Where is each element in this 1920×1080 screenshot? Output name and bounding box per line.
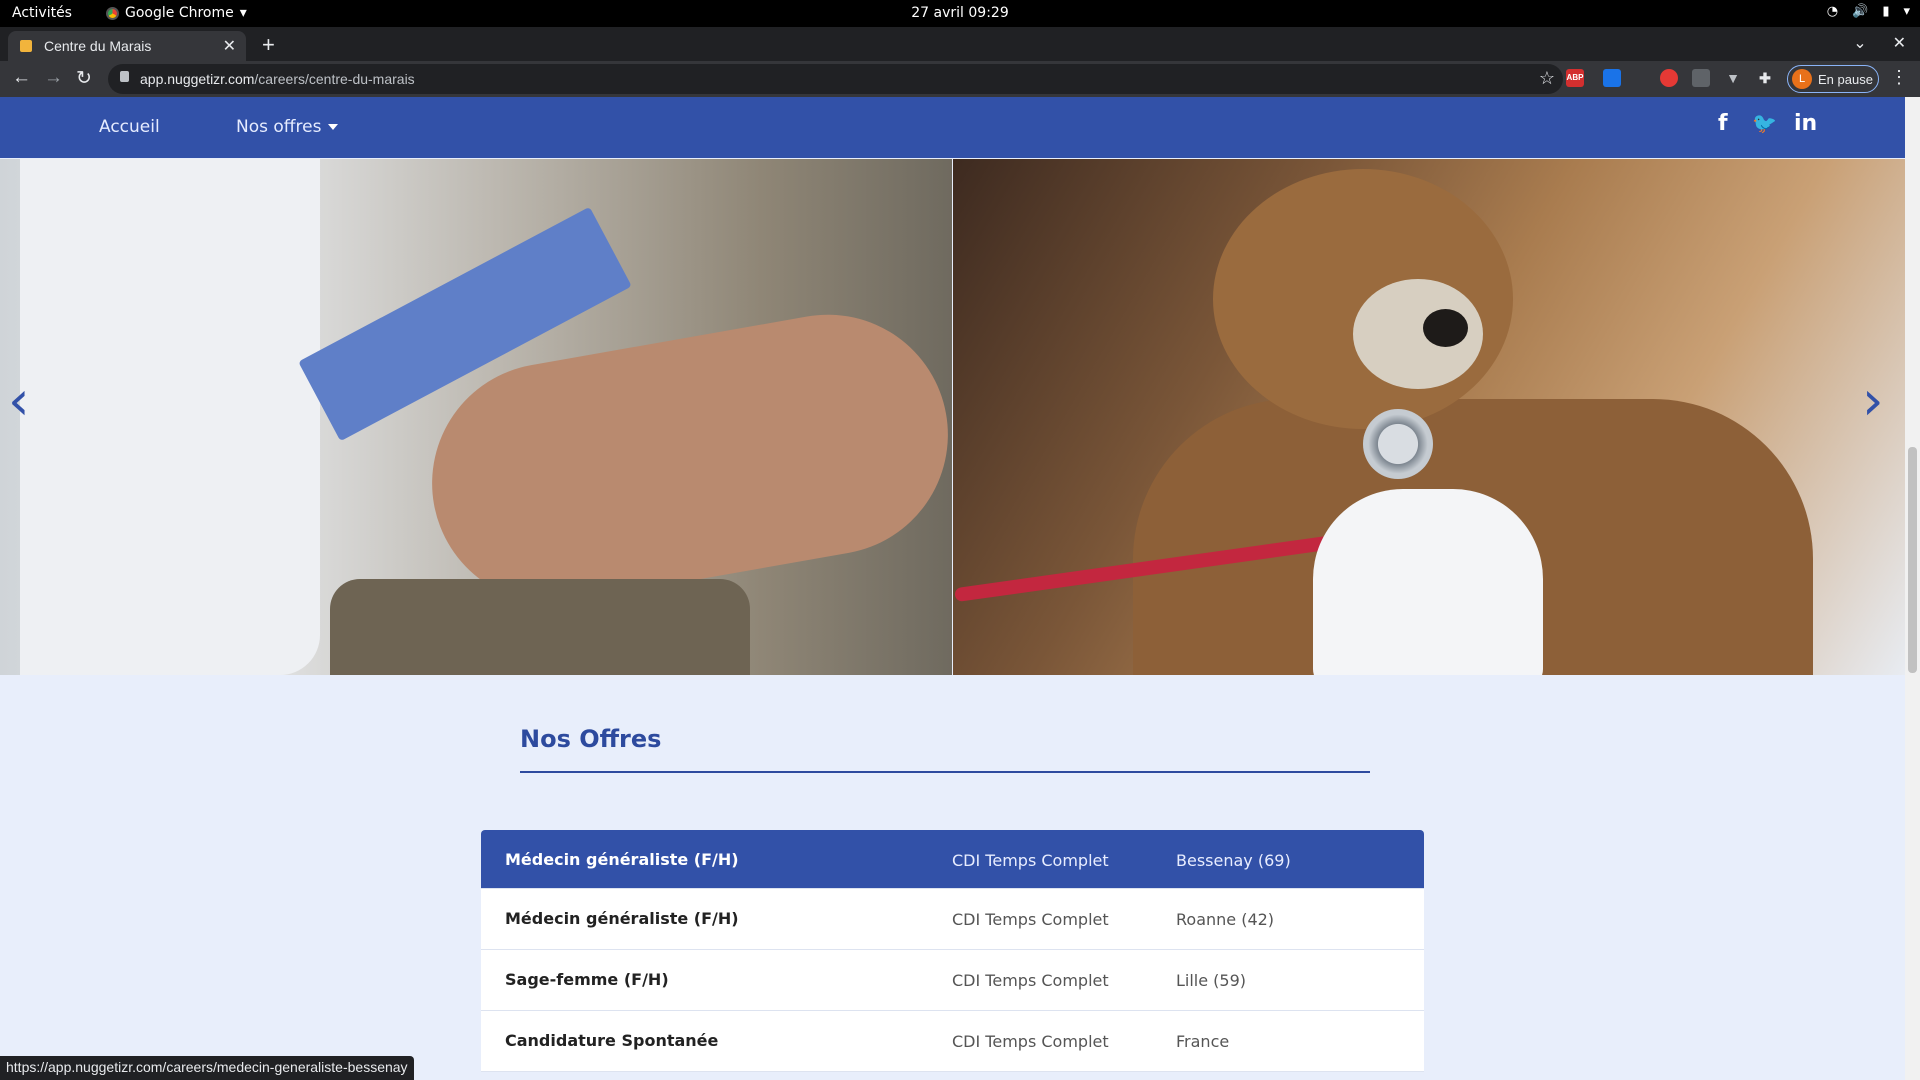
battery-icon: ▮ [1882, 4, 1890, 19]
bookmark-star-icon[interactable]: ☆ [1539, 68, 1555, 89]
profile-status: En pause [1818, 72, 1873, 87]
offer-title: Médecin généraliste (F/H) [505, 909, 739, 928]
nav-offers-dropdown[interactable]: Nos offres [236, 117, 339, 137]
offer-location: Roanne (42) [1176, 910, 1275, 929]
tab-title: Centre du Marais [44, 38, 152, 54]
window-controls: ⌄ ✕ [1853, 33, 1906, 53]
close-icon[interactable]: ✕ [223, 36, 236, 56]
offer-row[interactable]: Médecin généraliste (F/H) CDI Temps Comp… [481, 889, 1424, 950]
site-navbar: Accueil Nos offres f 🐦 in [0, 97, 1905, 158]
nav-home-link[interactable]: Accueil [99, 117, 160, 137]
chevron-down-icon: ▾ [1903, 4, 1910, 19]
system-tray[interactable]: ◔ 🔊 ▮ ▾ [1827, 4, 1910, 19]
offer-location: Lille (59) [1176, 971, 1247, 990]
system-top-bar: Activités Google Chrome ▾ 27 avril 09:29… [0, 0, 1920, 27]
caret-down-icon [328, 124, 339, 130]
offers-heading: Nos Offres [520, 725, 662, 753]
tab-search-icon[interactable]: ⌄ [1853, 33, 1866, 53]
carousel-prev-icon[interactable]: ‹ [8, 374, 30, 428]
heading-divider [520, 771, 1370, 773]
offer-contract: CDI Temps Complet [952, 1032, 1109, 1051]
page-scrollbar[interactable] [1905, 97, 1920, 1080]
offer-title: Candidature Spontanée [505, 1031, 719, 1050]
tab-strip: Centre du Marais ✕ [0, 27, 1920, 61]
close-window-icon[interactable]: ✕ [1893, 33, 1906, 53]
link-status-bubble: https://app.nuggetizr.com/careers/medeci… [0, 1056, 414, 1080]
new-tab-button[interactable]: + [262, 32, 275, 58]
offer-row[interactable]: Médecin généraliste (F/H) CDI Temps Comp… [481, 830, 1424, 889]
favicon-icon [20, 40, 32, 52]
address-bar[interactable]: app.nuggetizr.com/careers/centre-du-mara… [108, 64, 1563, 94]
adblock-extension-icon[interactable]: ABP [1566, 69, 1584, 87]
offer-location: France [1176, 1032, 1230, 1051]
clock[interactable]: 27 avril 09:29 [0, 5, 1920, 21]
vivaldi-extension-icon[interactable]: ▼ [1724, 69, 1742, 87]
extension-icon[interactable] [1692, 69, 1710, 87]
offers-list: Médecin généraliste (F/H) CDI Temps Comp… [481, 830, 1424, 1072]
offer-location: Bessenay (69) [1176, 851, 1291, 870]
scrollbar-thumb[interactable] [1908, 447, 1917, 673]
web-page: Accueil Nos offres f 🐦 in ‹ › Nos Offres… [0, 97, 1905, 1080]
doctor-with-clipboard-photo [0, 159, 952, 675]
back-icon[interactable]: ← [12, 67, 31, 89]
facebook-icon[interactable]: f [1718, 111, 1728, 136]
carousel-next-icon[interactable]: › [1862, 374, 1884, 428]
lock-icon [120, 71, 129, 82]
offer-contract: CDI Temps Complet [952, 851, 1109, 870]
offer-contract: CDI Temps Complet [952, 910, 1109, 929]
browser-toolbar: ← → ↻ app.nuggetizr.com/careers/centre-d… [0, 61, 1920, 97]
puzzle-extensions-icon[interactable]: ✚ [1756, 69, 1774, 87]
twitter-icon[interactable]: 🐦 [1752, 111, 1777, 135]
profile-button[interactable]: L En pause [1787, 65, 1879, 93]
pokeball-extension-icon[interactable] [1660, 69, 1678, 87]
more-menu-icon[interactable]: ⋮ [1890, 67, 1908, 88]
avatar: L [1792, 69, 1812, 89]
offer-title: Médecin généraliste (F/H) [505, 850, 739, 869]
browser-tab[interactable]: Centre du Marais ✕ [8, 31, 246, 61]
offer-row[interactable]: Candidature Spontanée CDI Temps Complet … [481, 1011, 1424, 1072]
extension-icon[interactable] [1603, 69, 1621, 87]
offer-title: Sage-femme (F/H) [505, 970, 669, 989]
volume-icon: 🔊 [1852, 4, 1869, 19]
reload-icon[interactable]: ↻ [76, 67, 92, 90]
offer-contract: CDI Temps Complet [952, 971, 1109, 990]
url-text: app.nuggetizr.com/careers/centre-du-mara… [140, 71, 415, 87]
photo-carousel[interactable]: ‹ › [0, 159, 1905, 675]
forward-icon[interactable]: → [44, 67, 63, 89]
offer-row[interactable]: Sage-femme (F/H) CDI Temps Complet Lille… [481, 950, 1424, 1011]
wifi-icon: ◔ [1826, 4, 1839, 19]
teddy-bear-stethoscope-photo [953, 159, 1905, 675]
linkedin-icon[interactable]: in [1794, 111, 1817, 136]
